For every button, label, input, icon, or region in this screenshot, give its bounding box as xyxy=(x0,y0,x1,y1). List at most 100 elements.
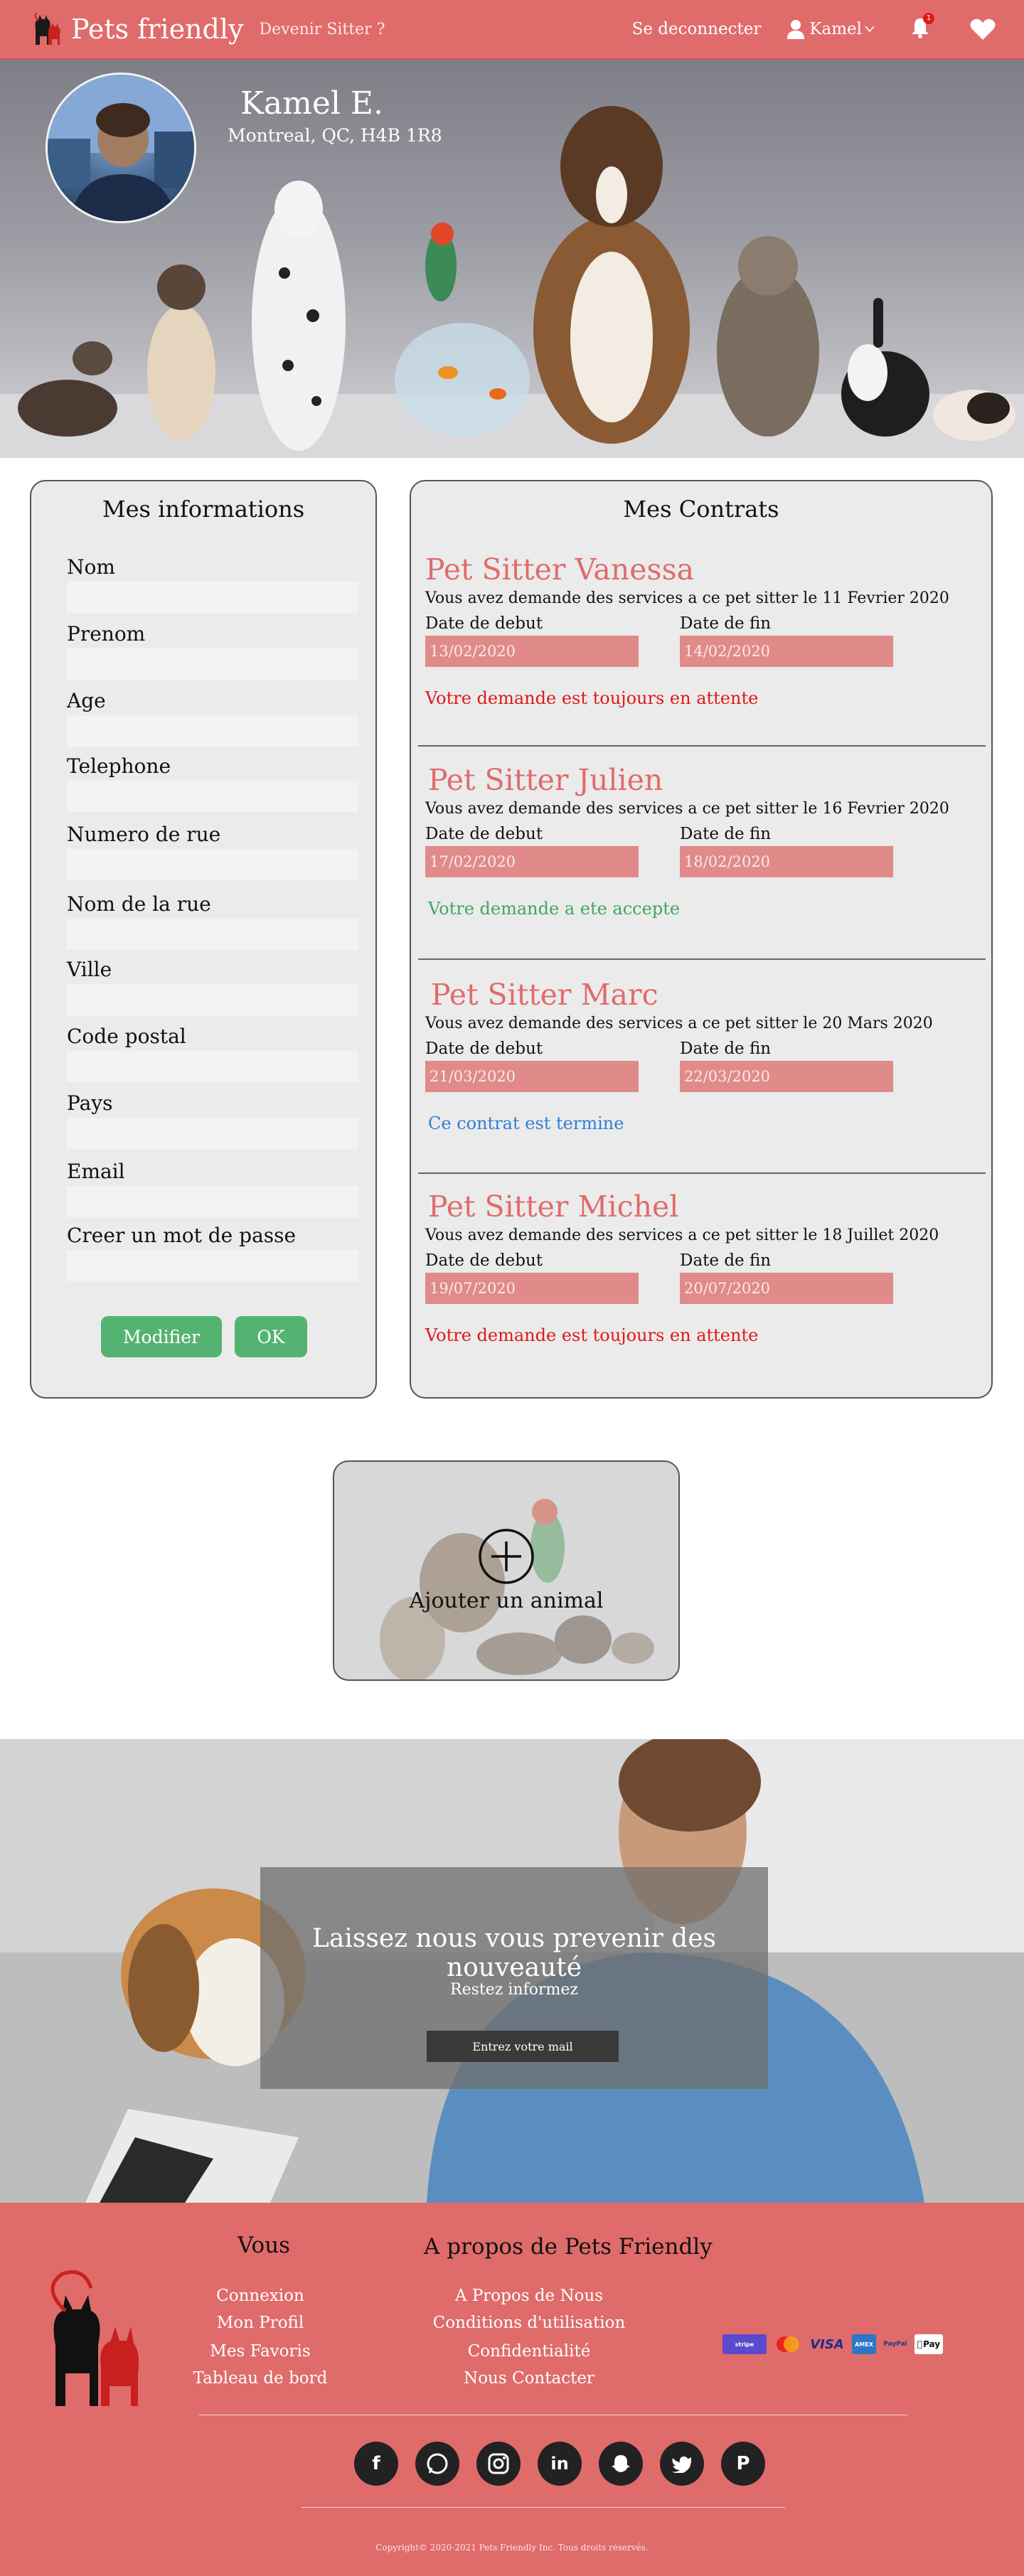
brand[interactable]: Pets friendly xyxy=(31,12,244,46)
contract-status: Ce contrat est termine xyxy=(428,1113,624,1133)
field-password: Creer un mot de passe xyxy=(67,1224,358,1281)
date-inputs: 21/03/2020 22/03/2020 xyxy=(425,1061,980,1092)
footer-about-us-link[interactable]: A Propos de Nous xyxy=(422,2287,636,2305)
field-numero-de-rue: Numero de rue xyxy=(67,823,358,880)
newsletter-subtitle: Restez informez xyxy=(450,1981,578,1999)
twitter-icon[interactable] xyxy=(660,2442,704,2486)
end-date-input[interactable]: 20/07/2020 xyxy=(680,1273,893,1304)
user-menu[interactable]: Kamel xyxy=(786,19,879,39)
plus-circle-icon[interactable] xyxy=(477,1527,535,1586)
field-label: Nom de la rue xyxy=(67,892,211,916)
end-date-input[interactable]: 22/03/2020 xyxy=(680,1061,893,1092)
contracts-panel-title: Mes Contrats xyxy=(623,496,779,523)
top-navbar: Pets friendly Devenir Sitter ? Se deconn… xyxy=(0,0,1024,60)
add-animal-card[interactable]: Ajouter un animal xyxy=(333,1460,680,1681)
start-date-input[interactable]: 13/02/2020 xyxy=(425,636,639,667)
footer-login-link[interactable]: Connexion xyxy=(182,2287,338,2305)
date-labels: Date de debut Date de fin xyxy=(425,614,980,633)
end-date-label: Date de fin xyxy=(680,1040,772,1058)
become-sitter-link[interactable]: Devenir Sitter ? xyxy=(260,21,385,38)
contract-title[interactable]: Pet Sitter Julien xyxy=(425,763,980,797)
brand-name: Pets friendly xyxy=(71,14,244,45)
ok-button[interactable]: OK xyxy=(235,1316,307,1357)
country-input[interactable] xyxy=(67,1118,358,1149)
contract-card: Pet Sitter Vanessa Vous avez demande des… xyxy=(425,552,980,708)
notifications-bell[interactable]: 1 xyxy=(910,13,934,41)
amex-icon: AMEX xyxy=(852,2334,876,2354)
stripe-icon: stripe xyxy=(722,2334,767,2354)
field-label: Code postal xyxy=(67,1025,186,1048)
email-input[interactable] xyxy=(67,1186,358,1217)
field-nom-de-la-rue: Nom de la rue xyxy=(67,892,358,950)
end-date-input[interactable]: 14/02/2020 xyxy=(680,636,893,667)
pinterest-icon[interactable]: P xyxy=(721,2442,765,2486)
instagram-icon[interactable] xyxy=(476,2442,521,2486)
snapchat-icon[interactable] xyxy=(599,2442,643,2486)
heart-icon[interactable] xyxy=(970,18,996,41)
date-inputs: 17/02/2020 18/02/2020 xyxy=(425,846,980,877)
contract-status: Votre demande a ete accepte xyxy=(428,899,681,919)
start-date-label: Date de debut xyxy=(425,825,543,843)
start-date-label: Date de debut xyxy=(425,1251,543,1270)
date-labels: Date de debut Date de fin xyxy=(425,1040,980,1058)
start-date-input[interactable]: 19/07/2020 xyxy=(425,1273,639,1304)
password-input[interactable] xyxy=(67,1250,358,1281)
cats-logo-icon xyxy=(34,13,60,45)
contract-title[interactable]: Pet Sitter Marc xyxy=(425,978,980,1012)
footer-terms-link[interactable]: Conditions d'utilisation xyxy=(422,2314,636,2332)
nom-input[interactable] xyxy=(67,582,358,613)
start-date-input[interactable]: 21/03/2020 xyxy=(425,1061,639,1092)
info-buttons: Modifier OK xyxy=(101,1316,307,1357)
contract-title[interactable]: Pet Sitter Michel xyxy=(425,1190,980,1224)
start-date-label: Date de debut xyxy=(425,1040,543,1058)
age-input[interactable] xyxy=(67,715,358,747)
postal-code-input[interactable] xyxy=(67,1051,358,1082)
city-input[interactable] xyxy=(67,984,358,1015)
whatsapp-icon[interactable] xyxy=(415,2442,459,2486)
logout-link[interactable]: Se deconnecter xyxy=(632,20,762,38)
footer-contact-link[interactable]: Nous Contacter xyxy=(422,2369,636,2388)
contract-divider xyxy=(418,958,986,960)
contract-title[interactable]: Pet Sitter Vanessa xyxy=(425,552,980,587)
field-prenom: Prenom xyxy=(67,622,358,680)
field-age: Age xyxy=(67,689,358,747)
contract-divider xyxy=(418,1172,986,1174)
paypal-icon: PayPal xyxy=(883,2341,907,2348)
field-label: Ville xyxy=(67,958,112,981)
date-inputs: 19/07/2020 20/07/2020 xyxy=(425,1273,980,1304)
contract-description: Vous avez demande des services a ce pet … xyxy=(425,800,949,818)
date-labels: Date de debut Date de fin xyxy=(425,1251,980,1270)
footer-rule xyxy=(302,2507,785,2508)
user-name: Kamel xyxy=(809,20,862,38)
footer-profile-link[interactable]: Mon Profil xyxy=(182,2314,338,2332)
footer-dashboard-link[interactable]: Tableau de bord xyxy=(182,2369,338,2388)
profile-address: Montreal, QC, H4B 1R8 xyxy=(228,125,442,146)
footer-favorites-link[interactable]: Mes Favoris xyxy=(182,2342,338,2361)
telephone-input[interactable] xyxy=(67,781,358,812)
street-number-input[interactable] xyxy=(67,849,358,880)
contract-card: Pet Sitter Julien Vous avez demande des … xyxy=(425,763,980,919)
apple-pay-label: Pay xyxy=(920,2339,940,2349)
facebook-icon[interactable]: f xyxy=(354,2442,398,2486)
newsletter-email-input[interactable]: Entrez votre mail xyxy=(427,2031,619,2062)
linkedin-icon[interactable]: in xyxy=(538,2442,582,2486)
start-date-input[interactable]: 17/02/2020 xyxy=(425,846,639,877)
add-animal-label: Ajouter un animal xyxy=(409,1588,604,1613)
start-date-label: Date de debut xyxy=(425,614,543,633)
footer-privacy-link[interactable]: Confidentialité xyxy=(422,2342,636,2361)
field-telephone: Telephone xyxy=(67,754,358,812)
field-pays: Pays xyxy=(67,1091,358,1149)
mastercard-icon xyxy=(777,2336,799,2352)
profile-avatar[interactable] xyxy=(46,73,196,223)
social-links: f in P xyxy=(354,2442,782,2486)
modify-button[interactable]: Modifier xyxy=(101,1316,222,1357)
end-date-input[interactable]: 18/02/2020 xyxy=(680,846,893,877)
field-label: Creer un mot de passe xyxy=(67,1224,297,1247)
contract-divider xyxy=(418,745,986,747)
field-label: Age xyxy=(67,689,106,712)
visa-icon: VISA xyxy=(810,2336,844,2352)
street-name-input[interactable] xyxy=(67,919,358,950)
field-label: Email xyxy=(67,1160,125,1183)
contract-description: Vous avez demande des services a ce pet … xyxy=(425,1226,939,1244)
prenom-input[interactable] xyxy=(67,648,358,680)
